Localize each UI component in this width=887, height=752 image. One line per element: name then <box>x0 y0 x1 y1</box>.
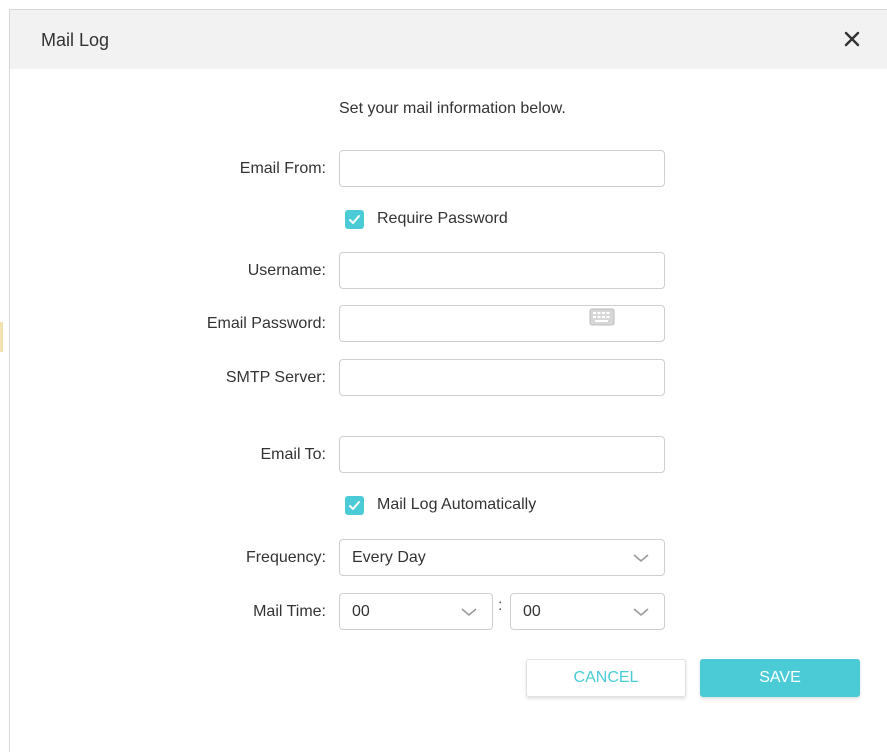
mail-log-auto-row: Mail Log Automatically <box>345 494 536 516</box>
email-to-input[interactable] <box>339 436 665 473</box>
checkmark-icon <box>349 214 360 224</box>
chevron-down-icon <box>461 608 477 617</box>
save-button[interactable]: SAVE <box>700 659 860 697</box>
mail-time-minute-select[interactable]: 00 <box>510 593 665 630</box>
username-label: Username: <box>247 262 326 279</box>
mail-time-label: Mail Time: <box>253 603 326 620</box>
email-from-input[interactable] <box>339 150 665 187</box>
frequency-select[interactable]: Every Day <box>339 539 665 576</box>
mail-time-minute-value: 00 <box>523 602 541 620</box>
email-password-label: Email Password: <box>206 315 326 332</box>
require-password-label: Require Password <box>377 210 508 227</box>
checkmark-icon <box>349 500 360 510</box>
time-separator: : <box>498 597 503 614</box>
keyboard-icon[interactable] <box>589 308 615 326</box>
mail-log-auto-checkbox[interactable] <box>345 495 364 515</box>
chevron-down-icon <box>633 608 649 617</box>
cancel-button[interactable]: CANCEL <box>526 659 686 697</box>
username-input[interactable] <box>339 252 665 289</box>
dialog-header: Mail Log <box>10 10 887 69</box>
close-icon[interactable] <box>838 25 866 53</box>
email-to-label: Email To: <box>260 446 326 463</box>
require-password-row: Require Password <box>345 208 508 230</box>
mail-time-hour-value: 00 <box>352 602 370 620</box>
mail-log-auto-label: Mail Log Automatically <box>377 496 537 513</box>
intro-text: Set your mail information below. <box>339 100 566 117</box>
edge-marker <box>0 322 3 352</box>
email-password-input[interactable] <box>339 305 665 342</box>
chevron-down-icon <box>633 554 649 563</box>
dialog-title: Mail Log <box>41 30 110 50</box>
smtp-server-label: SMTP Server: <box>225 369 326 386</box>
mail-time-hour-select[interactable]: 00 <box>339 593 493 630</box>
smtp-server-input[interactable] <box>339 359 665 396</box>
frequency-label: Frequency: <box>245 549 326 566</box>
email-from-label: Email From: <box>239 160 326 177</box>
require-password-checkbox[interactable] <box>345 209 364 229</box>
frequency-value: Every Day <box>352 548 426 566</box>
